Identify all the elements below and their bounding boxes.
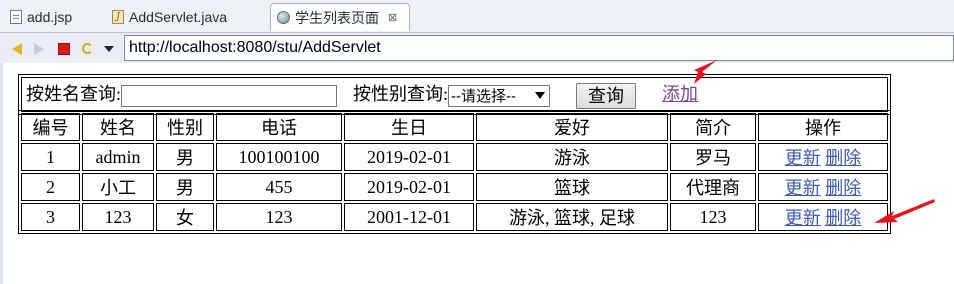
java-file-icon: J <box>112 10 124 24</box>
edit-link[interactable]: 更新 <box>785 208 821 228</box>
gender-select[interactable]: --请选择-- <box>448 84 551 107</box>
header-id: 编号 <box>21 113 80 141</box>
add-link[interactable]: 添加 <box>662 84 698 104</box>
tab-addservlet-java[interactable]: J AddServlet.java <box>106 3 270 31</box>
menu-dropdown-button[interactable] <box>101 41 116 56</box>
tab-student-list[interactable]: 学生列表页面 ⊠ <box>270 3 410 31</box>
table-header-row: 编号 姓名 性别 电话 生日 爱好 简介 操作 <box>21 113 888 141</box>
table-row: 1 admin 男 100100100 2019-02-01 游泳 罗马 更新 … <box>21 143 888 171</box>
search-row: 按姓名查询: 按性别查询: --请选择-- 查询 添加 <box>21 77 888 112</box>
cell-birthday: 2019-02-01 <box>344 173 474 201</box>
cell-intro: 罗马 <box>670 143 756 171</box>
gender-search-label: 按性别查询: <box>353 84 449 105</box>
cell-name: 123 <box>82 203 154 231</box>
back-arrow-icon <box>11 42 22 55</box>
cell-phone: 100100100 <box>216 143 342 171</box>
tab-label: add.jsp <box>27 9 73 25</box>
cell-hobby: 游泳 <box>476 143 668 171</box>
refresh-button[interactable] <box>80 41 95 56</box>
header-intro: 简介 <box>670 113 756 141</box>
tab-add-jsp[interactable]: add.jsp <box>4 3 108 31</box>
search-table: 按姓名查询: 按性别查询: --请选择-- 查询 添加 <box>18 74 891 115</box>
student-table: 编号 姓名 性别 电话 生日 爱好 简介 操作 1 admin 男 100100… <box>18 110 891 234</box>
name-search-input[interactable] <box>121 84 338 107</box>
cell-id: 2 <box>21 173 80 201</box>
cell-actions: 更新 删除 <box>758 203 888 231</box>
delete-link[interactable]: 删除 <box>825 148 861 168</box>
jsp-file-icon <box>10 10 22 24</box>
cell-id: 1 <box>21 143 80 171</box>
cell-name: admin <box>82 143 154 171</box>
table-row: 3 123 女 123 2001-12-01 游泳, 篮球, 足球 123 更新… <box>21 203 888 231</box>
cell-id: 3 <box>21 203 80 231</box>
globe-icon <box>277 11 290 24</box>
cell-actions: 更新 删除 <box>758 143 888 171</box>
cell-phone: 455 <box>216 173 342 201</box>
cell-birthday: 2001-12-01 <box>344 203 474 231</box>
close-icon[interactable]: ⊠ <box>388 11 397 24</box>
url-bar[interactable]: http://localhost:8080/stu/AddServlet <box>124 35 954 61</box>
cell-intro: 123 <box>670 203 756 231</box>
cell-intro: 代理商 <box>670 173 756 201</box>
cell-actions: 更新 删除 <box>758 173 888 201</box>
header-phone: 电话 <box>216 113 342 141</box>
header-birthday: 生日 <box>344 113 474 141</box>
table-row: 2 小工 男 455 2019-02-01 篮球 代理商 更新 删除 <box>21 173 888 201</box>
header-hobby: 爱好 <box>476 113 668 141</box>
header-gender: 性别 <box>156 113 214 141</box>
header-name: 姓名 <box>82 113 154 141</box>
cell-gender: 男 <box>156 143 214 171</box>
tab-label: 学生列表页面 <box>295 9 379 26</box>
name-search-label: 按姓名查询: <box>26 84 122 105</box>
cell-gender: 男 <box>156 173 214 201</box>
header-actions: 操作 <box>758 113 888 141</box>
cell-hobby: 游泳, 篮球, 足球 <box>476 203 668 231</box>
forward-arrow-icon <box>33 42 44 55</box>
cell-hobby: 篮球 <box>476 173 668 201</box>
stop-icon <box>57 42 70 55</box>
cell-gender: 女 <box>156 203 214 231</box>
edit-link[interactable]: 更新 <box>785 148 821 168</box>
refresh-icon <box>82 43 93 54</box>
cell-birthday: 2019-02-01 <box>344 143 474 171</box>
chevron-down-icon <box>535 92 546 100</box>
forward-button[interactable] <box>31 41 46 56</box>
chevron-down-icon <box>103 45 114 52</box>
stop-button[interactable] <box>56 41 71 56</box>
gender-select-value: --请选择-- <box>451 88 517 106</box>
delete-link[interactable]: 删除 <box>825 208 861 228</box>
tab-label: AddServlet.java <box>129 9 228 25</box>
cell-name: 小工 <box>82 173 154 201</box>
query-button[interactable]: 查询 <box>576 82 637 109</box>
page-content: 按姓名查询: 按性别查询: --请选择-- 查询 添加 编号 姓名 性别 电话 生日 爱… <box>0 63 954 284</box>
delete-link[interactable]: 删除 <box>825 178 861 198</box>
edit-link[interactable]: 更新 <box>785 178 821 198</box>
editor-tab-bar: add.jsp J AddServlet.java 学生列表页面 ⊠ <box>0 0 954 33</box>
back-button[interactable] <box>9 41 24 56</box>
cell-phone: 123 <box>216 203 342 231</box>
